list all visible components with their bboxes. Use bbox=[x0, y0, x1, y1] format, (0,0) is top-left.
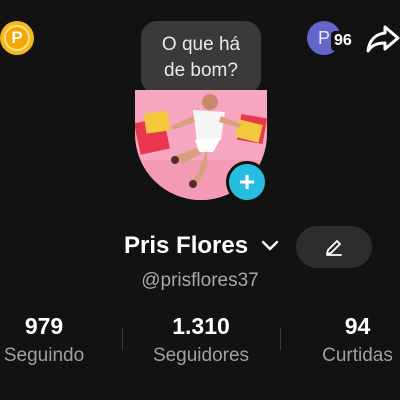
stat-label: Seguidores bbox=[152, 345, 250, 366]
stat-label: Seguindo bbox=[3, 345, 85, 366]
stat-value: 1.310 bbox=[172, 313, 230, 339]
stat-following[interactable]: 979 Seguindo bbox=[0, 312, 88, 369]
stat-value: 979 bbox=[24, 313, 64, 339]
coin-icon[interactable]: P bbox=[0, 21, 34, 55]
profile-name[interactable]: Pris Flores bbox=[124, 232, 248, 260]
status-bubble[interactable]: O que há de bom? bbox=[141, 21, 261, 94]
coin-letter: P bbox=[4, 25, 30, 51]
add-story-button[interactable]: + bbox=[226, 161, 268, 203]
stat-divider bbox=[280, 328, 281, 350]
pencil-icon bbox=[326, 240, 342, 256]
handle-text: @prisflores37 bbox=[141, 270, 259, 291]
chevron-down-icon[interactable] bbox=[260, 239, 280, 253]
share-icon[interactable] bbox=[366, 22, 400, 54]
profile-handle: @prisflores37 bbox=[0, 270, 400, 292]
stat-followers[interactable]: 1.310 Seguidores bbox=[140, 312, 262, 369]
stat-value: 94 bbox=[344, 313, 371, 339]
bubble-line-2: de bom? bbox=[164, 59, 238, 81]
stat-label: Curtidas bbox=[322, 345, 393, 366]
stat-likes[interactable]: 94 Curtidas bbox=[315, 312, 400, 369]
plus-icon: + bbox=[238, 166, 256, 197]
notification-badge[interactable]: P 96 bbox=[307, 21, 355, 55]
bubble-line-1: O que há bbox=[161, 33, 241, 55]
badge-count: 96 bbox=[331, 31, 355, 51]
edit-profile-button[interactable] bbox=[296, 226, 372, 268]
stat-divider bbox=[122, 328, 123, 350]
